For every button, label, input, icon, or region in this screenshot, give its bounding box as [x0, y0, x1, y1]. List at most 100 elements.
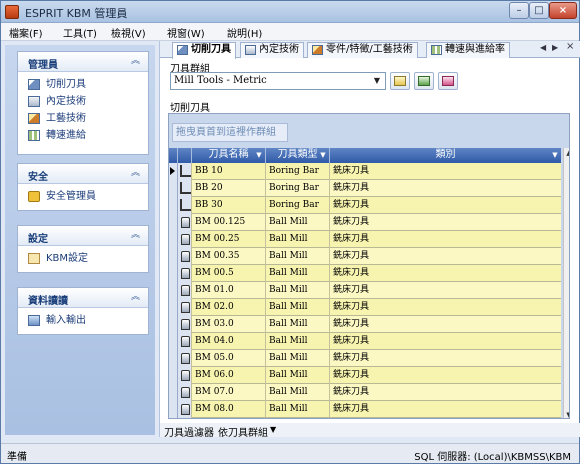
- table-row[interactable]: BM 00.125 Ball Mill 銑床刀具: [169, 214, 561, 231]
- chevron-up-icon[interactable]: ︽: [129, 55, 142, 68]
- row-selector[interactable]: [169, 231, 178, 248]
- cell-category[interactable]: 銑床刀具: [330, 299, 561, 316]
- cell-category[interactable]: 銑床刀具: [330, 384, 561, 401]
- filter-icon[interactable]: ▼: [255, 151, 263, 159]
- row-selector[interactable]: [169, 163, 178, 180]
- close-button[interactable]: ×: [549, 2, 577, 19]
- cell-tool-name[interactable]: BM 03.0: [192, 316, 266, 333]
- cell-tool-name[interactable]: BM 00.5: [192, 265, 266, 282]
- cell-tool-type[interactable]: Boring Bar: [266, 163, 330, 180]
- tab-cutting-tools[interactable]: 切削刀具: [172, 42, 236, 59]
- row-selector[interactable]: [169, 197, 178, 214]
- row-selector[interactable]: [169, 282, 178, 299]
- tab-by-tool-group[interactable]: 依刀具群組: [218, 424, 268, 439]
- sidebar-item-default-technology[interactable]: 內定技術: [18, 93, 148, 110]
- chevron-up-icon[interactable]: ︽: [129, 229, 142, 242]
- cell-tool-name[interactable]: BM 08.0: [192, 401, 266, 418]
- cell-tool-name[interactable]: BM 09.0: [192, 418, 266, 419]
- cell-tool-name[interactable]: BM 02.0: [192, 299, 266, 316]
- sidebar-item-cutting-tools[interactable]: 切削刀具: [18, 76, 148, 93]
- row-selector[interactable]: [169, 350, 178, 367]
- menu-help[interactable]: 說明(H): [227, 25, 262, 40]
- cell-tool-name[interactable]: BM 07.0: [192, 384, 266, 401]
- menu-view[interactable]: 檢視(V): [111, 25, 146, 40]
- row-selector[interactable]: [169, 401, 178, 418]
- row-selector[interactable]: [169, 299, 178, 316]
- cell-tool-type[interactable]: Ball Mill: [266, 418, 330, 419]
- table-row[interactable]: BM 05.0 Ball Mill 銑床刀具: [169, 350, 561, 367]
- scroll-up-icon[interactable]: ▲: [564, 148, 569, 158]
- chevron-up-icon[interactable]: ︽: [129, 291, 142, 304]
- row-selector[interactable]: [169, 248, 178, 265]
- cell-tool-name[interactable]: BB 10: [192, 163, 266, 180]
- sidebar-item-security-manager[interactable]: 安全管理員: [18, 188, 148, 205]
- cell-tool-type[interactable]: Boring Bar: [266, 197, 330, 214]
- cell-tool-name[interactable]: BM 01.0: [192, 282, 266, 299]
- table-row[interactable]: BM 08.0 Ball Mill 銑床刀具: [169, 401, 561, 418]
- minimize-button[interactable]: –: [509, 2, 529, 19]
- cell-category[interactable]: 銑床刀具: [330, 367, 561, 384]
- cell-tool-type[interactable]: Ball Mill: [266, 282, 330, 299]
- table-row[interactable]: BB 10 Boring Bar 銑床刀具: [169, 163, 561, 180]
- cell-tool-type[interactable]: Boring Bar: [266, 180, 330, 197]
- cell-category[interactable]: 銑床刀具: [330, 282, 561, 299]
- cell-category[interactable]: 銑床刀具: [330, 401, 561, 418]
- row-selector[interactable]: [169, 367, 178, 384]
- cell-tool-name[interactable]: BM 00.125: [192, 214, 266, 231]
- table-row[interactable]: BM 00.5 Ball Mill 銑床刀具: [169, 265, 561, 282]
- cell-category[interactable]: 銑床刀具: [330, 265, 561, 282]
- table-row[interactable]: BM 00.35 Ball Mill 銑床刀具: [169, 248, 561, 265]
- tab-scroll-right-icon[interactable]: ▶: [552, 43, 558, 52]
- cell-category[interactable]: 銑床刀具: [330, 214, 561, 231]
- cell-category[interactable]: 銑床刀具: [330, 248, 561, 265]
- cell-tool-name[interactable]: BM 04.0: [192, 333, 266, 350]
- table-row[interactable]: BB 30 Boring Bar 銑床刀具: [169, 197, 561, 214]
- table-row[interactable]: BB 20 Boring Bar 銑床刀具: [169, 180, 561, 197]
- tab-tool-filter[interactable]: 刀具過濾器: [164, 424, 214, 439]
- table-row[interactable]: BM 02.0 Ball Mill 銑床刀具: [169, 299, 561, 316]
- tab-feeds-speeds[interactable]: 轉速與進給率: [426, 42, 510, 58]
- cell-category[interactable]: 銑床刀具: [330, 316, 561, 333]
- section-header[interactable]: 安全 ︽: [18, 164, 148, 184]
- sidebar-item-process-technology[interactable]: 工藝技術: [18, 110, 148, 127]
- column-header-category[interactable]: 類別 ▼: [330, 148, 561, 163]
- cell-tool-type[interactable]: Ball Mill: [266, 299, 330, 316]
- tab-default-technology[interactable]: 內定技術: [240, 42, 304, 58]
- cell-category[interactable]: 銑床刀具: [330, 163, 561, 180]
- column-header-tool-name[interactable]: 刀具名稱 ▼: [192, 148, 266, 163]
- column-header-tool-type[interactable]: 刀具類型 ▼: [266, 148, 330, 163]
- cell-tool-type[interactable]: Ball Mill: [266, 401, 330, 418]
- group-by-drop-area[interactable]: 拖曳頁首到這裡作群組: [172, 123, 288, 142]
- table-row[interactable]: BM 03.0 Ball Mill 銑床刀具: [169, 316, 561, 333]
- cell-tool-name[interactable]: BM 06.0: [192, 367, 266, 384]
- section-header[interactable]: 管理員 ︽: [18, 52, 148, 72]
- cell-category[interactable]: 銑床刀具: [330, 350, 561, 367]
- sidebar-item-import-export[interactable]: 輸入輸出: [18, 312, 148, 329]
- chevron-down-icon[interactable]: ▼: [270, 425, 276, 434]
- cell-tool-type[interactable]: Ball Mill: [266, 350, 330, 367]
- section-header[interactable]: 資料讀讀 ︽: [18, 288, 148, 308]
- table-row[interactable]: BM 01.0 Ball Mill 銑床刀具: [169, 282, 561, 299]
- cell-tool-type[interactable]: Ball Mill: [266, 333, 330, 350]
- cell-tool-name[interactable]: BM 00.35: [192, 248, 266, 265]
- menu-file[interactable]: 檔案(F): [9, 25, 43, 40]
- cell-tool-type[interactable]: Ball Mill: [266, 384, 330, 401]
- cell-tool-name[interactable]: BM 05.0: [192, 350, 266, 367]
- cell-category[interactable]: 銑床刀具: [330, 197, 561, 214]
- cell-category[interactable]: 銑床刀具: [330, 333, 561, 350]
- row-selector[interactable]: [169, 265, 178, 282]
- close-tab-icon[interactable]: ×: [566, 41, 574, 52]
- cell-tool-type[interactable]: Ball Mill: [266, 231, 330, 248]
- tab-scroll-left-icon[interactable]: ◀: [540, 43, 546, 52]
- menu-window[interactable]: 視窗(W): [167, 25, 205, 40]
- row-selector[interactable]: [169, 418, 178, 419]
- filter-icon[interactable]: ▼: [319, 151, 327, 159]
- vertical-scrollbar[interactable]: ▲ ▼: [563, 148, 569, 418]
- cell-category[interactable]: 銑床刀具: [330, 180, 561, 197]
- table-row[interactable]: BM 07.0 Ball Mill 銑床刀具: [169, 384, 561, 401]
- cell-tool-type[interactable]: Ball Mill: [266, 367, 330, 384]
- cell-category[interactable]: 銑床刀具: [330, 418, 561, 419]
- chevron-up-icon[interactable]: ︽: [129, 167, 142, 180]
- table-row[interactable]: BM 04.0 Ball Mill 銑床刀具: [169, 333, 561, 350]
- sidebar-item-feeds-speeds[interactable]: 轉速進給: [18, 127, 148, 144]
